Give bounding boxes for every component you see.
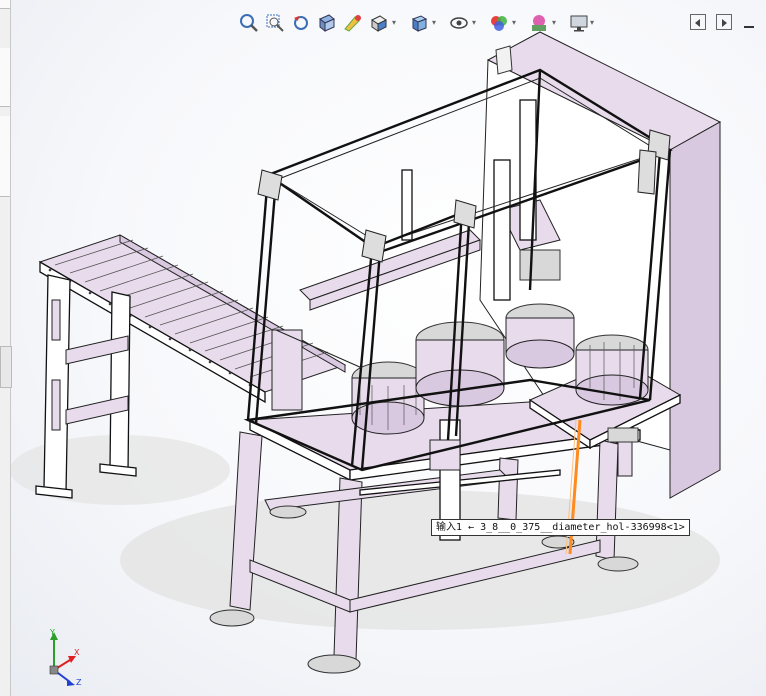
hide-show-items-icon[interactable] xyxy=(448,12,470,34)
heads-up-view-toolbar: ▾ ▾ ▾ ▾ ▾ ▾ xyxy=(238,10,598,38)
graphics-viewport[interactable]: ▾ ▾ ▾ ▾ ▾ ▾ 输入1 ← 3_8__0_375__diameter_h… xyxy=(0,0,766,696)
section-view-icon[interactable] xyxy=(316,12,338,34)
triad-y-label: Y xyxy=(50,628,55,637)
zoom-to-area-icon[interactable] xyxy=(264,12,286,34)
callout-arrow: ← xyxy=(468,522,475,533)
dynamic-annotation-icon[interactable] xyxy=(342,12,364,34)
strip-tab-mid[interactable] xyxy=(0,70,10,107)
display-style-icon[interactable] xyxy=(408,12,430,34)
view-orientation-icon[interactable] xyxy=(368,12,390,34)
previous-view-icon[interactable] xyxy=(290,12,312,34)
restore-right-icon[interactable] xyxy=(716,14,732,30)
viewport-window-controls xyxy=(688,12,758,34)
assembly-model[interactable] xyxy=(0,0,766,696)
reference-triad: Y X Z xyxy=(40,628,88,690)
callout-prefix: 输入1 xyxy=(436,522,463,533)
minimize-icon[interactable] xyxy=(744,26,754,28)
feature-manager-edge[interactable] xyxy=(0,0,12,696)
callout-reference: 3_8__0_375__diameter_hol-336998<1> xyxy=(480,522,685,533)
strip-tab-lower[interactable] xyxy=(0,116,10,197)
restore-left-icon[interactable] xyxy=(690,14,706,30)
panel-collapse-handle[interactable] xyxy=(0,346,12,388)
strip-tab-expand[interactable] xyxy=(0,48,10,71)
apply-scene-icon[interactable] xyxy=(528,12,550,34)
zoom-to-fit-icon[interactable] xyxy=(238,12,260,34)
mate-reference-callout[interactable]: 输入1 ← 3_8__0_375__diameter_hol-336998<1> xyxy=(431,519,690,536)
view-settings-icon[interactable] xyxy=(568,12,590,34)
edit-appearance-icon[interactable] xyxy=(488,12,510,34)
triad-x-label: X xyxy=(74,648,80,657)
triad-z-label: Z xyxy=(76,678,82,687)
strip-tab-top[interactable] xyxy=(0,0,10,9)
